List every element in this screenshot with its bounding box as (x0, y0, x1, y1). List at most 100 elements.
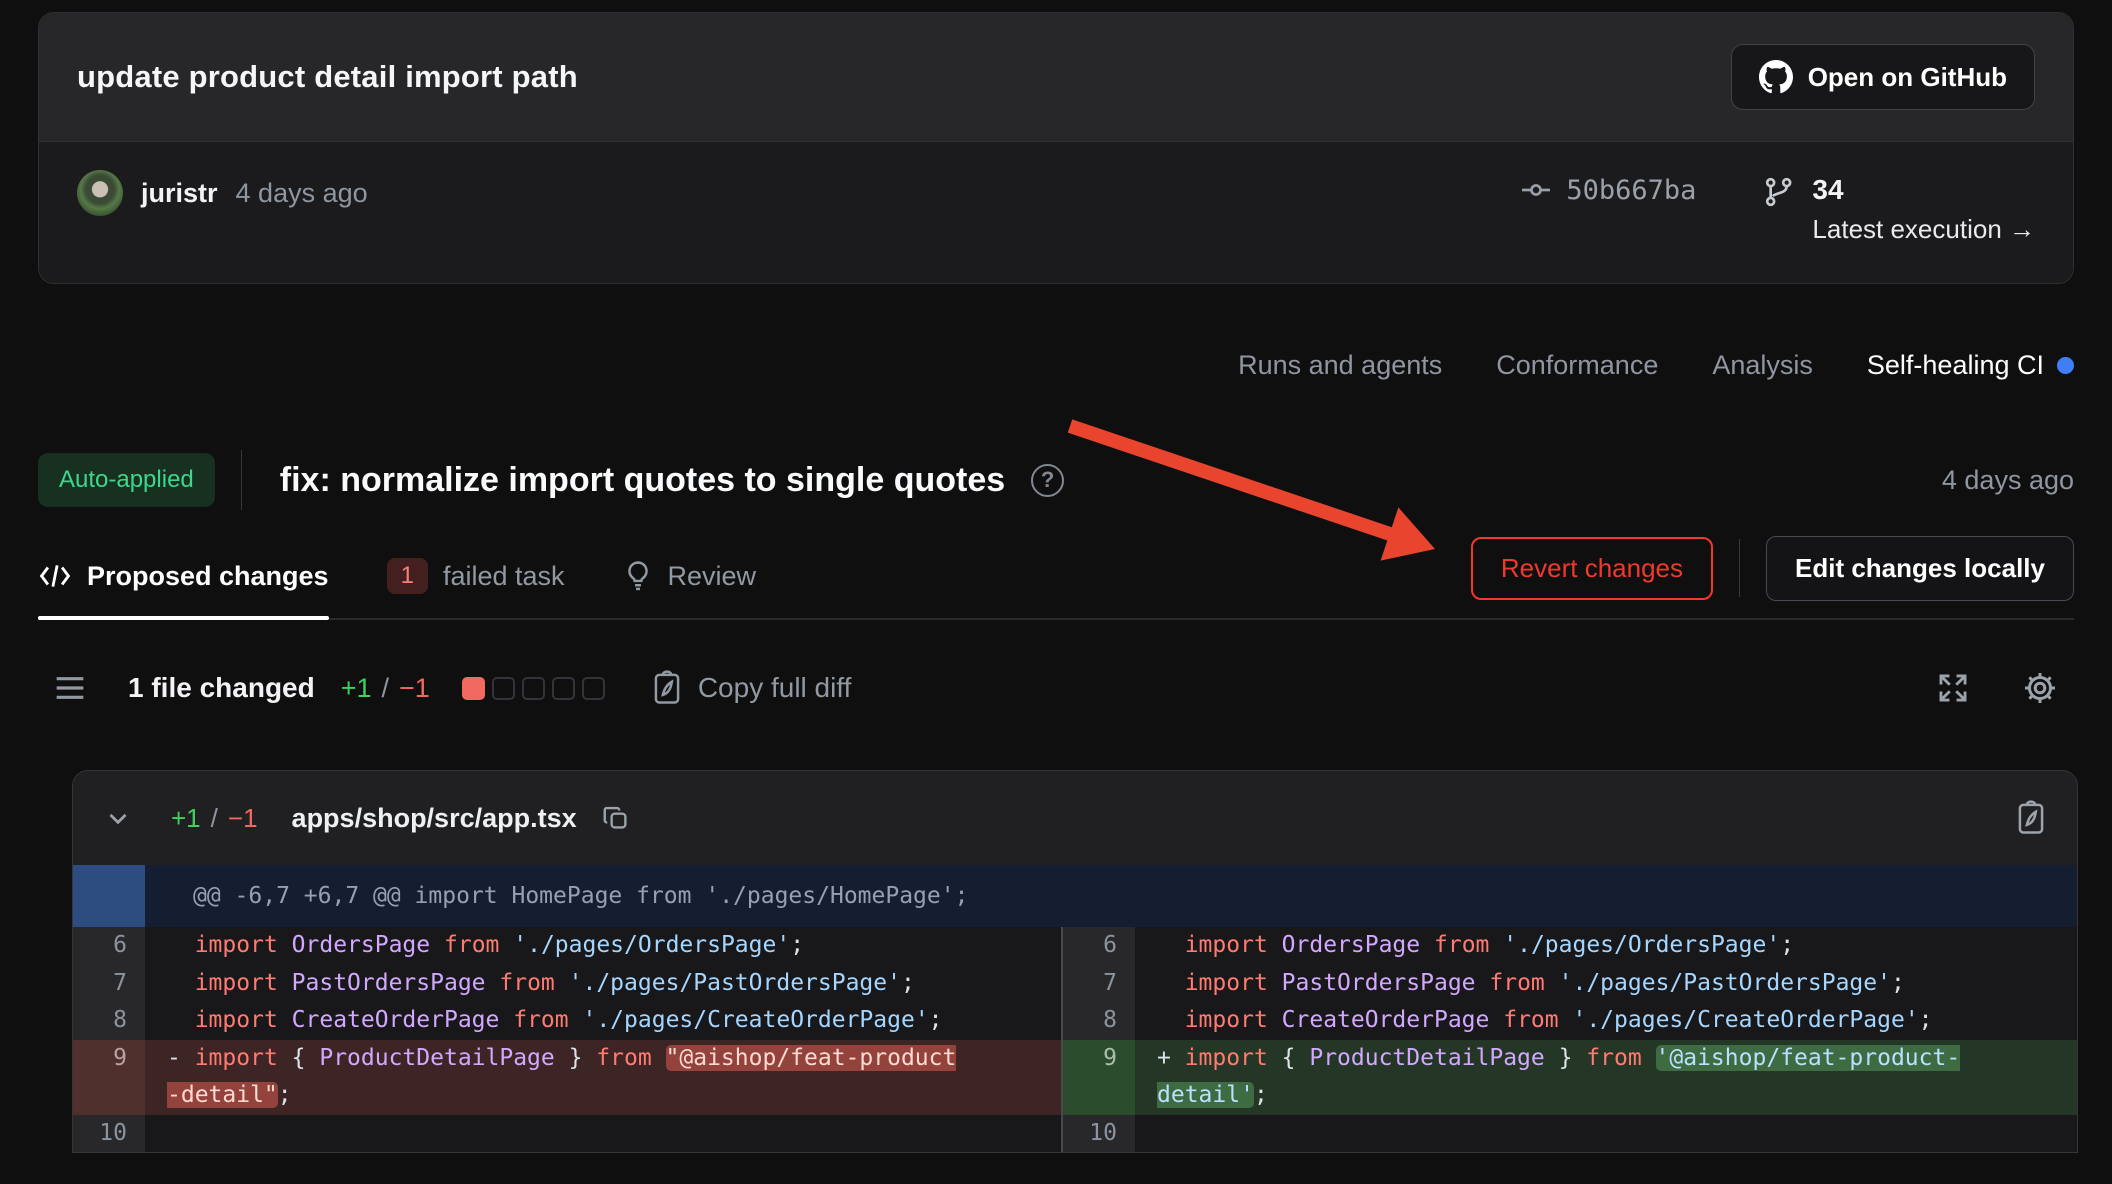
commit-hash: 50b667ba (1566, 175, 1696, 206)
run-info: 34 Latest execution → (1812, 174, 2035, 245)
code-line: import OrdersPage from './pages/OrdersPa… (145, 927, 969, 965)
files-changed-label: 1 file changed (128, 672, 315, 704)
code-line: + import { ProductDetailPage } from '@ai… (1135, 1040, 1973, 1115)
code-line: import CreateOrderPage from './pages/Cre… (1135, 1002, 1973, 1040)
code-line (1135, 1115, 1973, 1153)
line-number: 10 (73, 1115, 145, 1153)
diff-row: 6 import OrdersPage from './pages/Orders… (73, 927, 1061, 965)
commit-time: 4 days ago (236, 178, 368, 209)
diff-row: 8 import CreateOrderPage from './pages/C… (73, 1002, 1061, 1040)
tab-proposed-changes[interactable]: Proposed changes (38, 534, 329, 618)
copy-file-diff-icon[interactable] (2015, 800, 2047, 836)
nav-tab-conformance[interactable]: Conformance (1496, 350, 1658, 381)
tabs-row: Proposed changes 1 failed task Review Re… (38, 534, 2074, 620)
copy-path-icon[interactable] (601, 803, 631, 833)
line-number: 7 (73, 965, 145, 1003)
diff-block (552, 677, 575, 700)
commit-card: update product detail import path Open o… (38, 12, 2074, 284)
commit-author: juristr 4 days ago (77, 166, 368, 216)
diff-block (492, 677, 515, 700)
lightbulb-icon (623, 560, 653, 592)
nav-tab-self-healing-ci[interactable]: Self-healing CI (1867, 350, 2074, 381)
copy-full-diff-label: Copy full diff (698, 672, 852, 704)
commit-card-header: update product detail import path Open o… (39, 13, 2073, 141)
divider (241, 450, 242, 510)
code-line: import PastOrdersPage from './pages/Past… (1135, 965, 1973, 1003)
copy-full-diff-button[interactable]: Copy full diff (651, 670, 852, 706)
commit-meta: 50b667ba 34 Latest execution → (1520, 166, 2035, 245)
commit-hash-group[interactable]: 50b667ba (1520, 174, 1696, 206)
nav-tabs: Runs and agents Conformance Analysis Self-h… (38, 346, 2074, 384)
diff-toolbar: 1 file changed +1 / −1 Copy full diff (38, 656, 2074, 720)
action-buttons: Revert changes Edit changes locally (1471, 536, 2074, 601)
file-path: apps/shop/src/app.tsx (292, 803, 577, 834)
file-deletions: −1 (228, 803, 258, 834)
code-line: import CreateOrderPage from './pages/Cre… (145, 1002, 969, 1040)
diff-file-header: +1 / −1 apps/shop/src/app.tsx (73, 771, 2077, 865)
gear-icon[interactable] (2022, 670, 2058, 706)
clipboard-icon (651, 670, 683, 706)
commit-card-body: juristr 4 days ago 50b667ba 34 Latest ex… (39, 141, 2073, 283)
run-number: 34 (1812, 174, 2035, 206)
diff-row: 9+ import { ProductDetailPage } from '@a… (1063, 1040, 2077, 1115)
diff-pane-old: 6 import OrdersPage from './pages/Orders… (73, 927, 1061, 1152)
tab-review[interactable]: Review (623, 534, 757, 618)
file-additions: +1 (171, 803, 201, 834)
additions-count: +1 (341, 673, 372, 704)
author-name: juristr (141, 178, 218, 209)
revert-changes-button[interactable]: Revert changes (1471, 537, 1713, 600)
latest-execution-link[interactable]: Latest execution → (1812, 214, 2035, 245)
diff-blocks (462, 677, 605, 700)
nav-tab-runs-and-agents[interactable]: Runs and agents (1238, 350, 1442, 381)
open-on-github-button[interactable]: Open on GitHub (1731, 44, 2035, 110)
hamburger-menu-icon[interactable] (54, 674, 86, 702)
diff-row: 8 import CreateOrderPage from './pages/C… (1063, 1002, 2077, 1040)
help-icon[interactable]: ? (1031, 464, 1064, 497)
stat-separator: / (211, 803, 218, 834)
notification-dot (2057, 357, 2074, 374)
line-number: 6 (73, 927, 145, 965)
line-number: 6 (1063, 927, 1135, 965)
code-line: - import { ProductDetailPage } from "@ai… (145, 1040, 969, 1115)
chevron-down-icon[interactable] (103, 803, 133, 833)
line-number: 10 (1063, 1115, 1135, 1153)
tab-proposed-label: Proposed changes (87, 561, 329, 592)
diff-body: 6 import OrdersPage from './pages/Orders… (73, 927, 2077, 1152)
open-on-github-label: Open on GitHub (1808, 62, 2007, 93)
github-icon (1759, 60, 1793, 94)
divider (1739, 539, 1740, 597)
diff-stats: +1 / −1 (341, 673, 430, 704)
fix-title: fix: normalize import quotes to single q… (280, 461, 1005, 500)
diff-card: +1 / −1 apps/shop/src/app.tsx @@ -6,7 +6… (72, 770, 2078, 1153)
line-number: 9 (73, 1040, 145, 1115)
avatar (77, 170, 123, 216)
stat-separator: / (382, 673, 390, 704)
expand-icon[interactable] (1936, 671, 1970, 705)
tab-failed-task[interactable]: 1 failed task (387, 534, 565, 618)
commit-icon (1520, 174, 1552, 206)
diff-row: 10 (1063, 1115, 2077, 1153)
auto-applied-badge: Auto-applied (38, 453, 215, 507)
code-line: import PastOrdersPage from './pages/Past… (145, 965, 969, 1003)
line-number: 7 (1063, 965, 1135, 1003)
tab-review-label: Review (668, 561, 757, 592)
git-branch-icon (1762, 174, 1794, 208)
page-title: update product detail import path (77, 59, 578, 95)
code-line: import OrdersPage from './pages/OrdersPa… (1135, 927, 1973, 965)
code-icon (38, 561, 72, 591)
diff-row: 7 import PastOrdersPage from './pages/Pa… (1063, 965, 2077, 1003)
hunk-text: @@ -6,7 +6,7 @@ import HomePage from './… (145, 883, 968, 909)
hunk-gutter-block (73, 865, 145, 927)
line-number: 9 (1063, 1040, 1135, 1115)
line-number: 8 (73, 1002, 145, 1040)
edit-changes-locally-button[interactable]: Edit changes locally (1766, 536, 2074, 601)
diff-row: 10 (73, 1115, 1061, 1153)
code-line (145, 1115, 969, 1153)
nav-tab-analysis[interactable]: Analysis (1712, 350, 1813, 381)
hunk-header: @@ -6,7 +6,7 @@ import HomePage from './… (73, 865, 2077, 927)
diff-block (582, 677, 605, 700)
toolbar-right (1936, 670, 2058, 706)
diff-block (522, 677, 545, 700)
diff-row: 9- import { ProductDetailPage } from "@a… (73, 1040, 1061, 1115)
diff-row: 6 import OrdersPage from './pages/Orders… (1063, 927, 2077, 965)
